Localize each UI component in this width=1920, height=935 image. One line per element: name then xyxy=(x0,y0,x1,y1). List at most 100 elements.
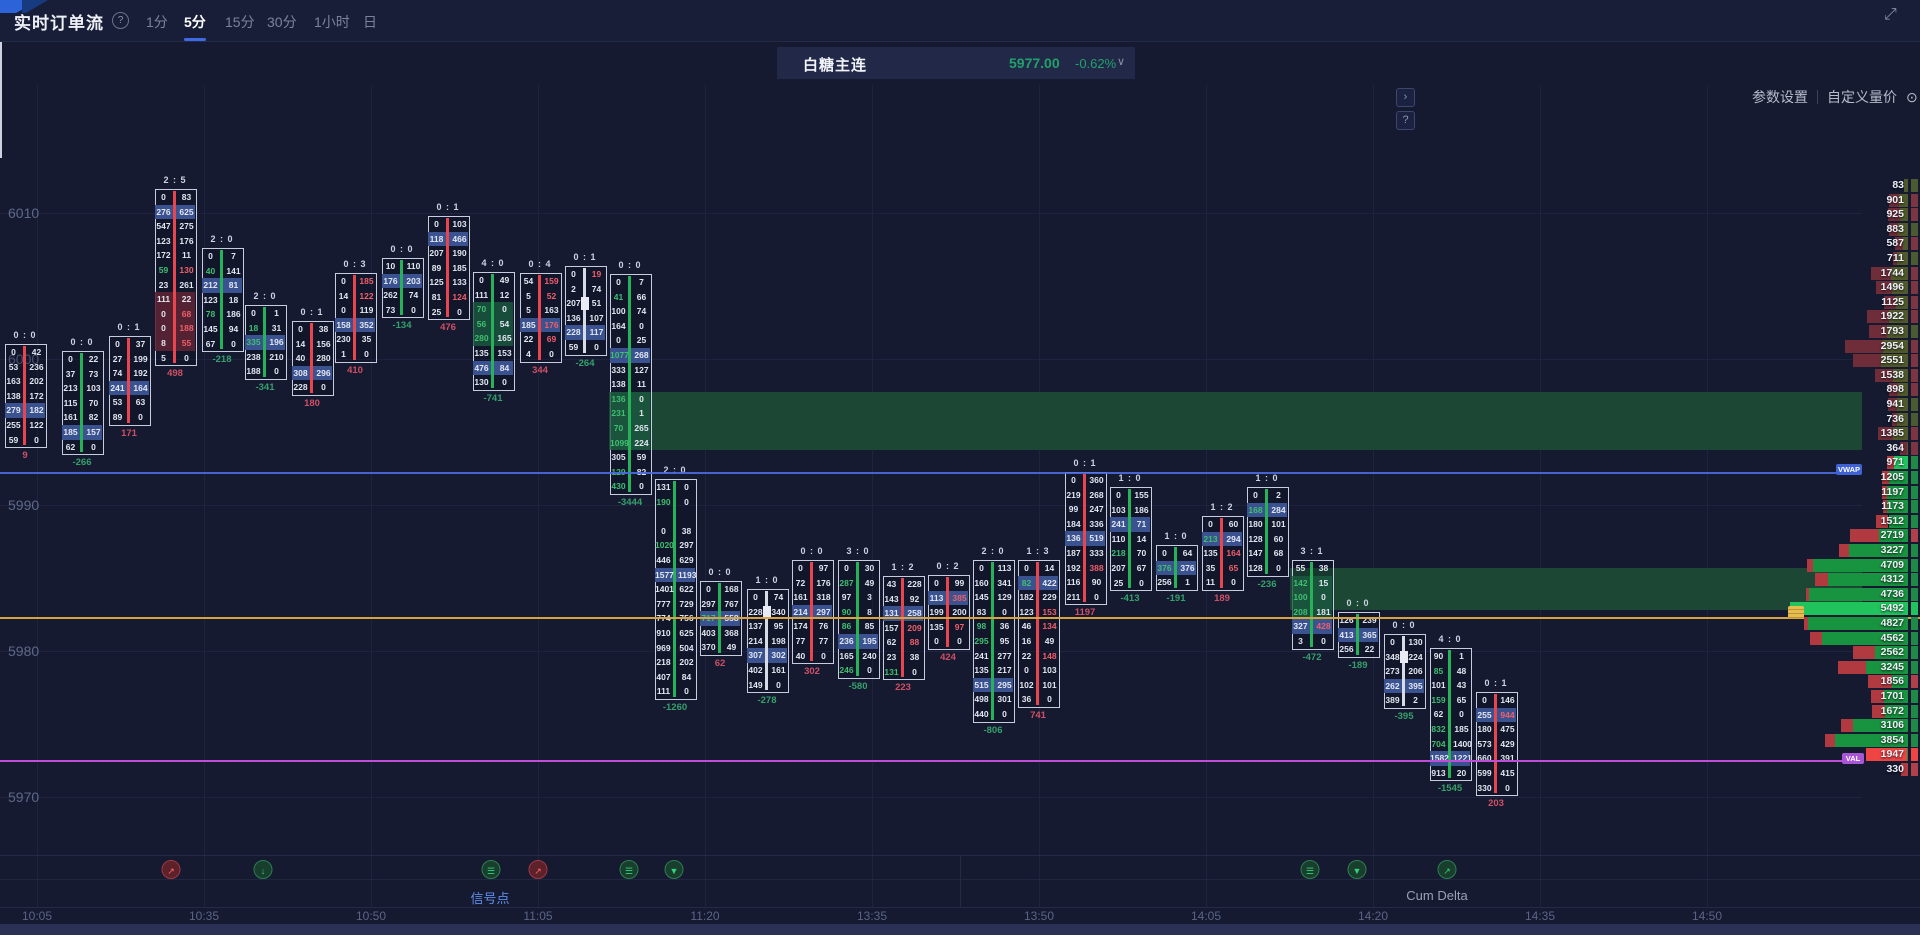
ask-cell: 341 xyxy=(996,576,1013,591)
ask-cell: 159 xyxy=(543,274,560,289)
ask-cell: 97 xyxy=(815,561,832,576)
ask-cell: 25 xyxy=(633,333,650,348)
instrument-price: 5977.00 xyxy=(1009,55,1060,71)
toolbar-divider xyxy=(1817,90,1818,104)
profile-value: 4827 xyxy=(1764,617,1904,630)
tab-日[interactable]: 日 xyxy=(363,12,377,32)
bid-cell: 230 xyxy=(335,332,352,347)
bid-cell: 89 xyxy=(428,261,445,276)
ask-cell: 1221 xyxy=(1453,751,1470,766)
bid-cell: 135 xyxy=(928,620,945,635)
ask-cell: 240 xyxy=(861,649,878,664)
signal-icon-layers[interactable]: ☰ xyxy=(1301,860,1320,879)
ask-cell: 55 xyxy=(178,336,195,351)
tab-15分[interactable]: 15分 xyxy=(225,12,255,32)
signal-icon-layers[interactable]: ☰ xyxy=(620,860,639,879)
gear-icon[interactable]: ⊙ xyxy=(1906,89,1918,106)
panel-help-button[interactable]: ? xyxy=(1396,111,1415,130)
signal-icon-arrow-down[interactable]: ↓ xyxy=(254,860,273,879)
signal-icon-triangle-down[interactable]: ▼ xyxy=(665,860,684,879)
candle-line xyxy=(127,338,130,423)
param-settings-button[interactable]: 参数设置 xyxy=(1752,87,1808,107)
ask-cell: 7 xyxy=(633,275,650,290)
cluster-ratio-header: 0 : 1 xyxy=(1461,678,1531,688)
ask-cell: 176 xyxy=(815,576,832,591)
profile-delta-strip xyxy=(1911,398,1918,411)
signal-icon-triangle-down[interactable]: ▼ xyxy=(1348,860,1367,879)
bid-cell: 219 xyxy=(1065,488,1082,503)
instrument-selector[interactable]: 白糖主连 5977.00 -0.62% ∨ xyxy=(777,47,1135,79)
ask-cell: 70 xyxy=(1133,546,1150,561)
bid-cell: 136 xyxy=(1065,531,1082,546)
bid-cell: 0 xyxy=(1018,663,1035,678)
ask-cell: 7 xyxy=(225,249,242,264)
bid-cell: 147 xyxy=(1247,546,1264,561)
bottom-scrollbar[interactable] xyxy=(0,924,1920,935)
time-gridline xyxy=(705,85,706,907)
tab-1分[interactable]: 1分 xyxy=(146,12,168,32)
profile-value: 1496 xyxy=(1764,281,1904,294)
ask-cell: 428 xyxy=(1315,619,1332,634)
bid-cell: 113 xyxy=(928,591,945,606)
bid-cell: 37 xyxy=(62,367,79,382)
layers-icon: ☰ xyxy=(487,866,495,876)
bid-cell: 130 xyxy=(473,375,490,390)
ask-cell: 0 xyxy=(358,347,375,362)
cluster-ratio-header: 1 : 3 xyxy=(1003,546,1073,556)
bid-cell: 969 xyxy=(655,641,672,656)
bid-cell: 14 xyxy=(292,337,309,352)
ask-cell: 0 xyxy=(633,392,650,407)
bid-cell: 35 xyxy=(1202,561,1219,576)
ask-cell: 280 xyxy=(315,351,332,366)
tab-30分[interactable]: 30分 xyxy=(267,12,297,32)
bid-cell: 0 xyxy=(5,345,22,360)
bid-cell: 22 xyxy=(1018,649,1035,664)
profile-value: 4736 xyxy=(1764,588,1904,601)
signal-icon-arrow-ne[interactable]: ↗ xyxy=(162,860,181,879)
profile-value: 736 xyxy=(1764,413,1904,426)
ask-cell: 0 xyxy=(1041,692,1058,707)
signal-icon-arrow-ne[interactable]: ↗ xyxy=(529,860,548,879)
bid-cell: 164 xyxy=(610,319,627,334)
profile-value: 898 xyxy=(1764,383,1904,396)
price-gridline xyxy=(0,797,1862,798)
time-gridline xyxy=(1206,85,1207,907)
bid-cell: 498 xyxy=(973,692,990,707)
signal-icon-layers[interactable]: ☰ xyxy=(482,860,501,879)
ask-cell: 504 xyxy=(678,641,695,656)
bid-cell: 99 xyxy=(1065,502,1082,517)
tab-5分[interactable]: 5分 xyxy=(184,12,206,32)
ask-cell: 69 xyxy=(543,332,560,347)
bid-cell: 348 xyxy=(1384,650,1401,665)
bid-cell: 213 xyxy=(62,381,79,396)
ask-cell: 124 xyxy=(451,290,468,305)
tab-1小时[interactable]: 1小时 xyxy=(314,12,350,32)
bid-cell: 207 xyxy=(428,246,445,261)
arrow-ne-icon: ↗ xyxy=(167,866,175,876)
top-header-bar: 实时订单流 ? 1分5分15分30分1小时日 xyxy=(0,0,1920,42)
cluster-delta: -189 xyxy=(1323,660,1393,671)
cluster-delta: -266 xyxy=(47,457,117,468)
ask-cell: 277 xyxy=(996,649,1013,664)
cluster-delta: -278 xyxy=(732,695,802,706)
expand-icon[interactable]: ⤢ xyxy=(1884,6,1897,24)
collapse-button[interactable]: › xyxy=(1396,88,1415,107)
signal-icon-arrow-ne[interactable]: ↗ xyxy=(1438,860,1457,879)
ask-cell: 385 xyxy=(951,591,968,606)
ask-cell: 59 xyxy=(633,450,650,465)
ask-cell: 15 xyxy=(1315,576,1332,591)
time-gridline xyxy=(1039,85,1040,907)
profile-value: 364 xyxy=(1764,442,1904,455)
cluster-delta: 180 xyxy=(277,398,347,409)
bid-cell: 22 xyxy=(520,332,537,347)
ask-cell: 156 xyxy=(315,337,332,352)
ask-cell: 165 xyxy=(496,331,513,346)
bid-cell: 59 xyxy=(155,263,172,278)
help-icon[interactable]: ? xyxy=(112,12,129,29)
profile-bar-buy xyxy=(1907,748,1908,761)
custom-volume-price-button[interactable]: 自定义量价 xyxy=(1827,87,1897,107)
bid-cell: 25 xyxy=(428,305,445,320)
ask-cell: 0 xyxy=(28,433,45,448)
bid-cell: 131 xyxy=(883,665,900,680)
ask-cell: 164 xyxy=(132,381,149,396)
